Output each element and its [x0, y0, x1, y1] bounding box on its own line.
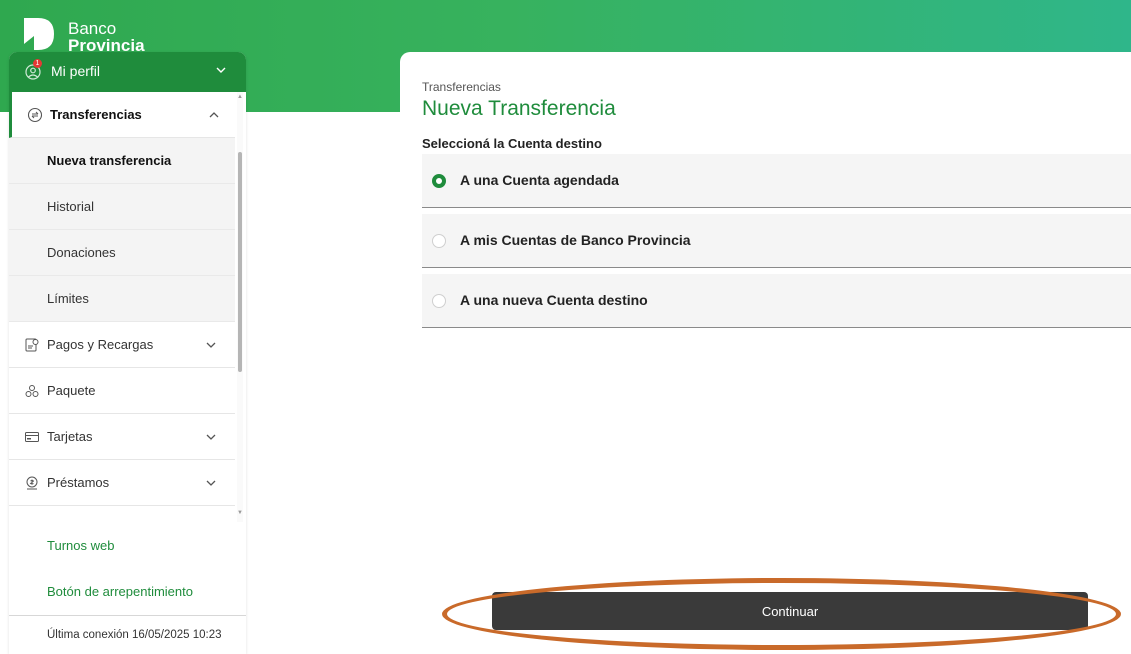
last-connection: Última conexión 16/05/2025 10:23: [9, 615, 246, 654]
option-nueva-cuenta[interactable]: A una nueva Cuenta destino: [422, 274, 1131, 328]
breadcrumb[interactable]: Transferencias: [422, 80, 501, 94]
package-icon: [25, 384, 39, 397]
radio-checked[interactable]: [432, 174, 446, 188]
chevron-down-icon: [206, 342, 216, 348]
brand-name-line1: Banco: [68, 19, 117, 38]
sidebar-subitem-label: Nueva transferencia: [47, 153, 172, 168]
sidebar-subitem-historial[interactable]: Historial: [9, 184, 235, 230]
chevron-down-icon: [206, 434, 216, 440]
card-icon: [25, 431, 39, 442]
chevron-down-icon: [206, 480, 216, 486]
sidebar-subitem-limites[interactable]: Límites: [9, 276, 235, 322]
option-label: A una Cuenta agendada: [460, 172, 619, 188]
bank-logo[interactable]: Banco Provincia: [20, 14, 190, 54]
sidebar-item-prestamos[interactable]: Préstamos: [9, 460, 235, 506]
sidebar-item-tarjetas[interactable]: Tarjetas: [9, 414, 235, 460]
option-mis-cuentas[interactable]: A mis Cuentas de Banco Provincia: [422, 214, 1131, 268]
sidebar-subitem-label: Historial: [47, 199, 94, 214]
loan-icon: [26, 476, 38, 489]
sidebar-menu: Transferencias Nueva transferencia Histo…: [9, 92, 246, 522]
main-panel: Transferencias Nueva Transferencia Selec…: [400, 52, 1131, 654]
notification-badge: 1: [33, 59, 42, 68]
turnos-web-link[interactable]: Turnos web: [47, 538, 114, 553]
profile-menu[interactable]: 1 Mi perfil: [9, 52, 246, 92]
option-cuenta-agendada[interactable]: A una Cuenta agendada: [422, 154, 1131, 208]
sidebar: 1 Mi perfil Transferencias Nueva transfe…: [9, 52, 246, 654]
profile-label: Mi perfil: [51, 63, 101, 79]
radio-unchecked[interactable]: [432, 294, 446, 308]
sidebar-item-transferencias[interactable]: Transferencias: [9, 92, 235, 138]
payments-icon: [25, 338, 39, 351]
sidebar-item-label: Tarjetas: [47, 429, 93, 444]
sidebar-subitem-label: Donaciones: [47, 245, 116, 260]
section-label: Seleccioná la Cuenta destino: [422, 136, 602, 151]
sidebar-item-paquete[interactable]: Paquete: [9, 368, 235, 414]
sidebar-subitem-label: Límites: [47, 291, 89, 306]
last-connection-text: Última conexión 16/05/2025 10:23: [47, 629, 222, 641]
sidebar-item-pagos-recargas[interactable]: Pagos y Recargas: [9, 322, 235, 368]
sidebar-subitem-donaciones[interactable]: Donaciones: [9, 230, 235, 276]
continue-button[interactable]: Continuar: [492, 592, 1088, 630]
sidebar-scroll-thumb[interactable]: [238, 152, 242, 372]
sidebar-item-label: Paquete: [47, 383, 96, 398]
page-title: Nueva Transferencia: [422, 97, 616, 120]
boton-arrepentimiento-link[interactable]: Botón de arrepentimiento: [47, 584, 193, 599]
scroll-up-icon[interactable]: ▲: [237, 94, 243, 100]
chevron-down-icon: [216, 67, 226, 73]
bank-logo-icon: [24, 18, 54, 50]
option-label: A una nueva Cuenta destino: [460, 292, 648, 308]
transfer-icon: [27, 107, 43, 122]
sidebar-item-label: Pagos y Recargas: [47, 337, 154, 352]
sidebar-item-label: Préstamos: [47, 475, 110, 490]
brand-name-line2: Provincia: [68, 38, 145, 52]
chevron-up-icon: [209, 111, 219, 117]
option-label: A mis Cuentas de Banco Provincia: [460, 232, 691, 248]
sidebar-subitem-nueva-transferencia[interactable]: Nueva transferencia: [9, 138, 235, 184]
sidebar-item-label: Transferencias: [50, 107, 142, 122]
scroll-down-icon[interactable]: ▼: [237, 510, 243, 516]
radio-unchecked[interactable]: [432, 234, 446, 248]
